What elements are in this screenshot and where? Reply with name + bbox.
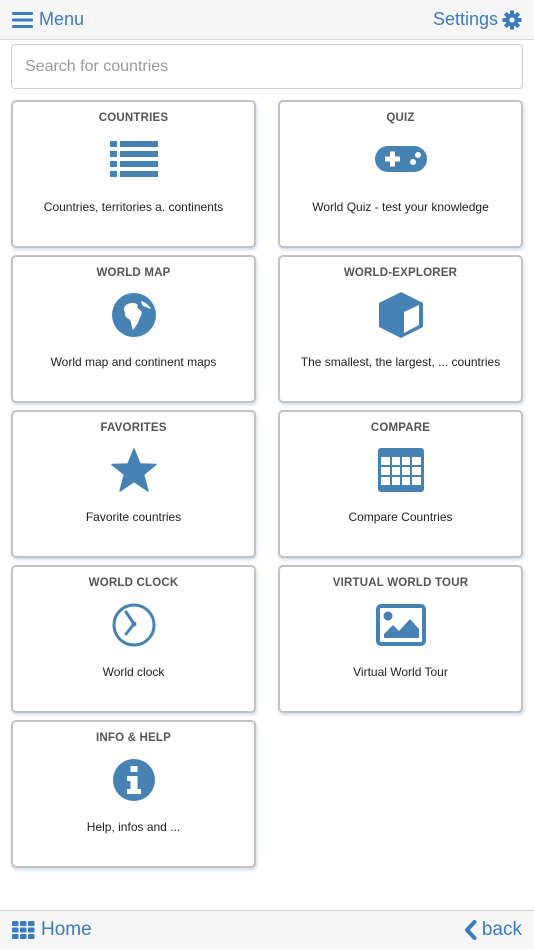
info-icon	[112, 759, 155, 801]
hamburger-menu-icon	[12, 11, 33, 28]
tile-title: FAVORITES	[100, 422, 167, 434]
back-button[interactable]: back	[464, 911, 522, 949]
tile-virtual-world-tour[interactable]: VIRTUAL WORLD TOUR Virtual World Tour	[278, 565, 523, 713]
tile-title: WORLD CLOCK	[88, 577, 179, 589]
tile-description: Virtual World Tour	[353, 665, 448, 679]
chevron-left-icon	[464, 920, 477, 940]
home-button[interactable]: Home	[12, 911, 92, 949]
tile-countries[interactable]: COUNTRIES Countries, territories a. cont…	[11, 100, 256, 248]
tile-title: WORLD-EXPLORER	[343, 267, 458, 279]
tile-compare[interactable]: COMPARE Compare Countries	[278, 410, 523, 558]
tile-title: VIRTUAL WORLD TOUR	[332, 577, 469, 589]
table-icon	[377, 448, 424, 492]
cube-icon	[378, 292, 423, 338]
tile-description: World clock	[102, 665, 165, 679]
tile-favorites[interactable]: FAVORITES Favorite countries	[11, 410, 256, 558]
globe-icon	[111, 293, 156, 337]
star-icon	[110, 448, 157, 492]
search-input[interactable]	[11, 44, 523, 89]
grid-icon	[12, 921, 35, 939]
tile-title: COUNTRIES	[98, 112, 169, 124]
bottom-bar: Home back	[0, 910, 534, 949]
tile-world-clock[interactable]: WORLD CLOCK World clock	[11, 565, 256, 713]
tile-description: Help, infos and ...	[86, 820, 181, 834]
menu-label: Menu	[39, 9, 85, 29]
tile-info-help[interactable]: INFO & HELP Help, infos and ...	[11, 720, 256, 868]
tile-description: Compare Countries	[348, 510, 453, 524]
list-icon	[109, 141, 158, 177]
gear-icon	[502, 10, 522, 29]
top-bar: Menu Settings	[0, 0, 534, 40]
back-label: back	[481, 919, 522, 940]
tile-description: Countries, territories a. continents	[43, 200, 224, 214]
clock-icon	[112, 603, 155, 647]
gamepad-icon	[374, 146, 427, 172]
tile-quiz[interactable]: QUIZ World Quiz - test your knowledge	[278, 100, 523, 248]
tile-description: Favorite countries	[85, 510, 182, 524]
menu-button[interactable]: Menu	[12, 0, 84, 39]
settings-label: Settings	[432, 9, 498, 29]
tile-description: World Quiz - test your knowledge	[312, 200, 489, 214]
tile-title: WORLD MAP	[96, 267, 171, 279]
tile-description: World map and continent maps	[50, 355, 217, 369]
tile-world-map[interactable]: WORLD MAP World map and continent maps	[11, 255, 256, 403]
tile-title: QUIZ	[386, 112, 415, 124]
tile-world-explorer[interactable]: WORLD-EXPLORER The smallest, the largest…	[278, 255, 523, 403]
tile-title: INFO & HELP	[95, 732, 172, 744]
image-icon	[375, 604, 426, 646]
tile-description: The smallest, the largest, ... countries	[300, 355, 501, 369]
tile-title: COMPARE	[370, 422, 431, 434]
settings-button[interactable]: Settings	[433, 0, 522, 39]
home-label: Home	[41, 919, 92, 940]
